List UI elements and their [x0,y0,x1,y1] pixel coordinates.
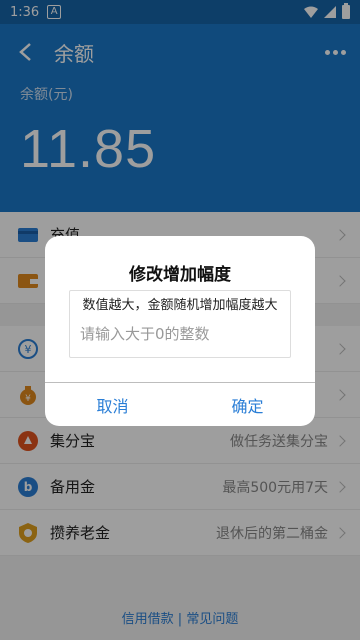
dialog-title: 修改增加幅度 [129,265,231,285]
modify-increase-dialog: 修改增加幅度 数值越大，金额随机增加幅度越大 取消 确定 [45,236,315,426]
confirm-button[interactable]: 确定 [180,383,315,426]
dialog-input-box: 数值越大，金额随机增加幅度越大 [69,290,291,358]
dialog-hint: 数值越大，金额随机增加幅度越大 [82,298,278,313]
cancel-button[interactable]: 取消 [45,383,180,426]
increase-amount-input[interactable] [80,325,280,343]
